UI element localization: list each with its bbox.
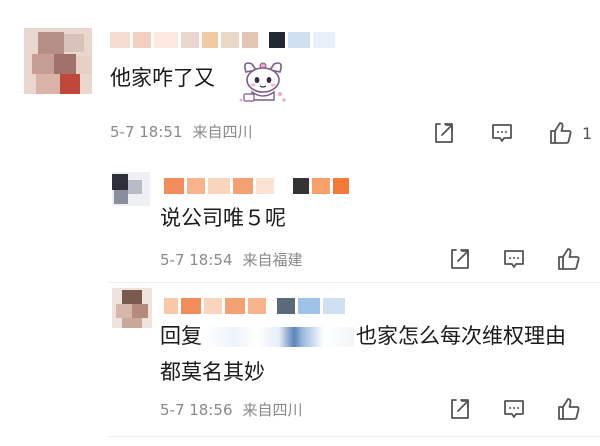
divider bbox=[108, 436, 600, 437]
comment-thread: 他家咋了又 5-7 18:51 来自四川 1 说公司唯５呢 5-7 18:54 … bbox=[0, 0, 600, 446]
comment-text-line1: 也家怎么每次维权理由 bbox=[356, 324, 566, 348]
comment-time: 5-7 18:56 bbox=[160, 401, 233, 419]
redacted-username bbox=[204, 327, 354, 347]
share-button[interactable] bbox=[448, 246, 472, 272]
share-button[interactable] bbox=[432, 120, 456, 146]
comment-text: 回复 也家怎么每次维权理由 都莫名其妙 bbox=[160, 318, 580, 390]
like-count: 1 bbox=[582, 123, 593, 143]
avatar[interactable] bbox=[112, 288, 152, 328]
avatar[interactable] bbox=[112, 172, 150, 206]
comment-text-line2: 都莫名其妙 bbox=[160, 360, 265, 384]
comment-actions bbox=[448, 396, 582, 422]
comment-location: 来自四川 bbox=[192, 123, 253, 141]
thumbs-up-icon bbox=[550, 122, 572, 144]
thumbs-up-icon bbox=[558, 248, 580, 270]
comment-meta: 5-7 18:56 来自四川 bbox=[160, 400, 303, 420]
comment-actions bbox=[448, 246, 582, 272]
share-button[interactable] bbox=[448, 396, 472, 422]
avatar[interactable] bbox=[24, 28, 92, 94]
thumbs-up-icon bbox=[558, 398, 580, 420]
comment-meta: 5-7 18:54 来自福建 bbox=[160, 250, 303, 270]
username-redacted[interactable] bbox=[110, 30, 335, 50]
comment-actions: 1 bbox=[432, 120, 592, 146]
comment-button[interactable] bbox=[490, 120, 514, 146]
like-button[interactable] bbox=[556, 396, 582, 422]
reply-prefix: 回复 bbox=[160, 324, 202, 348]
comment-time: 5-7 18:51 bbox=[110, 123, 183, 141]
username-redacted[interactable] bbox=[164, 176, 349, 196]
comment-button[interactable] bbox=[502, 246, 526, 272]
share-icon bbox=[451, 399, 469, 419]
comment-button[interactable] bbox=[502, 396, 526, 422]
comment-icon bbox=[492, 124, 512, 142]
comment-text: 他家咋了又 bbox=[110, 66, 215, 90]
kuromi-sticker-icon bbox=[238, 56, 288, 106]
share-icon bbox=[451, 249, 469, 269]
like-button[interactable]: 1 bbox=[548, 120, 592, 146]
divider bbox=[108, 282, 600, 283]
comment-time: 5-7 18:54 bbox=[160, 251, 233, 269]
comment-meta: 5-7 18:51 来自四川 bbox=[110, 122, 253, 142]
username-redacted[interactable] bbox=[164, 296, 345, 316]
comment-text: 说公司唯５呢 bbox=[160, 206, 286, 230]
comment-location: 来自福建 bbox=[242, 251, 303, 269]
share-icon bbox=[435, 123, 453, 143]
comment-location: 来自四川 bbox=[242, 401, 303, 419]
like-button[interactable] bbox=[556, 246, 582, 272]
comment-icon bbox=[504, 250, 524, 268]
comment-icon bbox=[504, 400, 524, 418]
